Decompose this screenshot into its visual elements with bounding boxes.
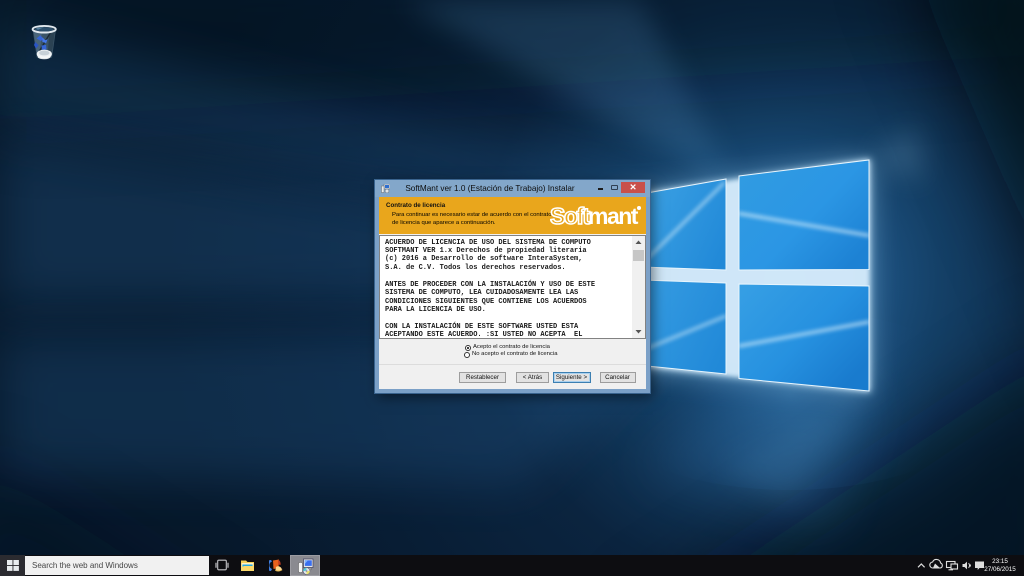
svg-text:mant: mant: [588, 203, 639, 229]
svg-text:Soft: Soft: [550, 203, 591, 229]
